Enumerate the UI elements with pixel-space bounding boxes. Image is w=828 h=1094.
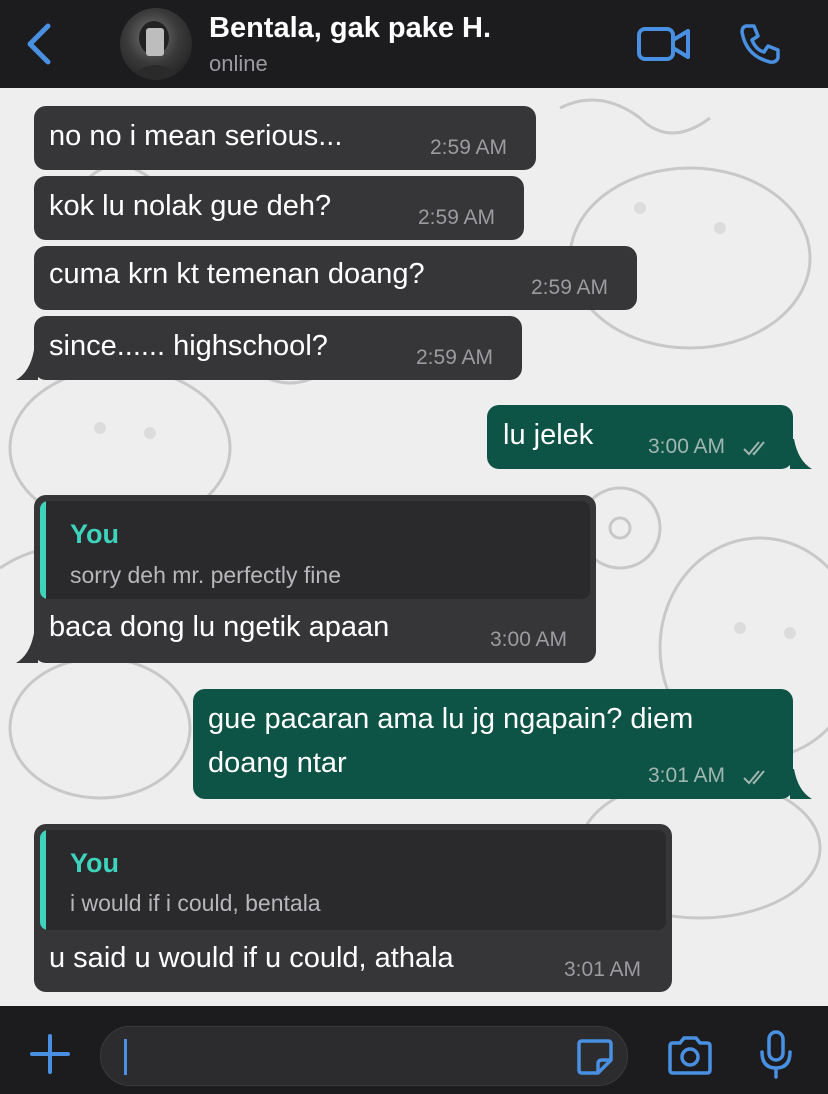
message-bubble-incoming[interactable]: You i would if i could, bentala u said u… bbox=[34, 824, 672, 992]
message-time: 3:01 AM bbox=[648, 764, 726, 787]
microphone-button[interactable] bbox=[758, 1030, 794, 1080]
phone-icon bbox=[740, 24, 780, 64]
quote-text: i would if i could, bentala bbox=[70, 890, 321, 916]
message-text-line: doang ntar bbox=[208, 747, 347, 779]
quote-author: You bbox=[70, 519, 119, 549]
chat-header: Bentala, gak pake H. online bbox=[0, 0, 828, 88]
camera-icon bbox=[668, 1036, 712, 1075]
video-call-button[interactable] bbox=[636, 24, 692, 64]
message-time: 3:00 AM bbox=[490, 628, 568, 651]
voice-call-button[interactable] bbox=[738, 22, 782, 66]
plus-icon bbox=[30, 1034, 70, 1074]
message-bubble-outgoing[interactable]: lu jelek 3:00 AM bbox=[487, 405, 793, 469]
message-time: 3:01 AM bbox=[564, 958, 642, 981]
message-time: 2:59 AM bbox=[430, 136, 508, 159]
message-text: no no i mean serious... bbox=[49, 120, 343, 152]
sticker-icon bbox=[577, 1039, 613, 1075]
avatar-photo bbox=[128, 21, 184, 80]
quote-text: sorry deh mr. perfectly fine bbox=[70, 562, 341, 588]
message-bubble-incoming[interactable]: kok lu nolak gue deh? 2:59 AM bbox=[34, 176, 524, 240]
message-text-line: gue pacaran ama lu jg ngapain? diem bbox=[208, 703, 694, 735]
bubble-tail bbox=[790, 769, 812, 799]
chevron-left-icon bbox=[27, 23, 51, 65]
message-time: 2:59 AM bbox=[531, 276, 609, 299]
message-bubble-incoming[interactable]: since...... highschool? 2:59 AM bbox=[34, 316, 522, 380]
message-text: baca dong lu ngetik apaan bbox=[49, 611, 390, 643]
message-text: since...... highschool? bbox=[49, 330, 328, 362]
quoted-message[interactable]: You i would if i could, bentala bbox=[40, 830, 666, 930]
message-text: cuma krn kt temenan doang? bbox=[49, 258, 425, 290]
quote-author: You bbox=[70, 848, 119, 878]
text-cursor bbox=[124, 1039, 127, 1075]
avatar[interactable] bbox=[120, 8, 192, 80]
message-text: u said u would if u could, athala bbox=[49, 942, 454, 974]
double-check-icon bbox=[743, 441, 765, 456]
quote-accent-bar bbox=[40, 830, 46, 930]
message-text: lu jelek bbox=[503, 419, 594, 451]
contact-status: online bbox=[209, 51, 268, 76]
message-bubble-incoming[interactable]: You sorry deh mr. perfectly fine baca do… bbox=[34, 495, 596, 663]
camera-button[interactable] bbox=[666, 1036, 714, 1076]
video-call-icon bbox=[637, 27, 690, 61]
message-bubble-incoming[interactable]: cuma krn kt temenan doang? 2:59 AM bbox=[34, 246, 637, 310]
composer-bar bbox=[0, 1006, 828, 1094]
back-button[interactable] bbox=[22, 22, 58, 66]
message-input[interactable] bbox=[100, 1026, 628, 1086]
double-check-icon bbox=[743, 770, 765, 785]
message-text: kok lu nolak gue deh? bbox=[49, 190, 332, 222]
attach-button[interactable] bbox=[28, 1032, 72, 1076]
quote-accent-bar bbox=[40, 501, 46, 599]
bubble-tail bbox=[16, 633, 38, 663]
bubble-tail bbox=[16, 350, 38, 380]
microphone-icon bbox=[760, 1030, 792, 1079]
message-time: 3:00 AM bbox=[648, 435, 726, 458]
message-time: 2:59 AM bbox=[416, 346, 494, 369]
message-time: 2:59 AM bbox=[418, 206, 496, 229]
message-bubble-outgoing[interactable]: gue pacaran ama lu jg ngapain? diem doan… bbox=[193, 689, 793, 799]
contact-name[interactable]: Bentala, gak pake H. bbox=[209, 12, 491, 45]
message-bubble-incoming[interactable]: no no i mean serious... 2:59 AM bbox=[34, 106, 536, 170]
bubble-tail bbox=[790, 439, 812, 469]
quoted-message[interactable]: You sorry deh mr. perfectly fine bbox=[40, 501, 590, 599]
sticker-button[interactable] bbox=[576, 1038, 614, 1076]
